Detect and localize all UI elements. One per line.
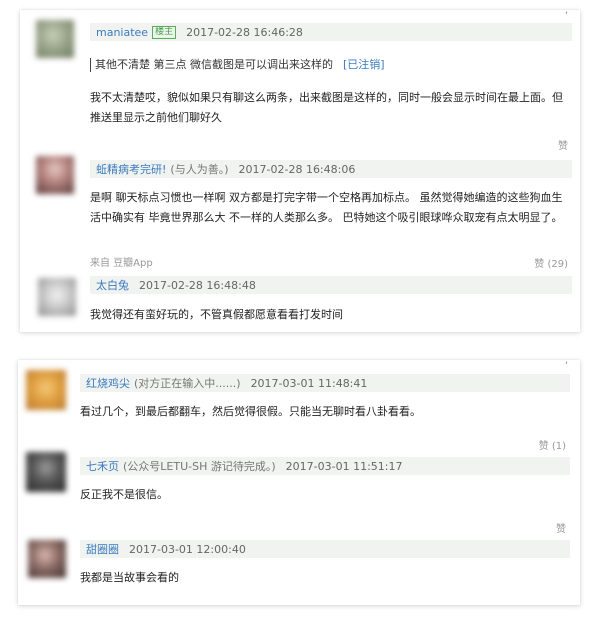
comment-header: 太白兔 2017-02-28 16:48:48 (90, 276, 572, 294)
avatar[interactable] (36, 156, 74, 194)
user-signature: (对方正在输入中......) (134, 377, 241, 390)
comment-time: 2017-03-01 11:51:17 (285, 459, 403, 473)
comment-header: 七禾页 (公众号LETU-SH 游记待完成。) 2017-03-01 11:51… (80, 457, 570, 475)
avatar[interactable] (26, 370, 66, 410)
comment-time: 2017-02-28 16:48:06 (238, 162, 356, 176)
comment-time: 2017-02-28 16:46:28 (186, 25, 303, 39)
avatar[interactable] (36, 20, 74, 58)
like-button[interactable]: 赞 (556, 520, 566, 535)
comment-header: 红烧鸡尖 (对方正在输入中......) 2017-03-01 11:48:41 (80, 374, 570, 392)
like-button[interactable]: 赞 (558, 137, 568, 152)
comment-text: 我不太清楚哎，貌似如果只有聊这么两条，出来截图是这样的，同时一般会显示时间在最上… (90, 91, 563, 124)
avatar[interactable] (28, 540, 66, 578)
post-source: 来自 豆瓣App (90, 258, 153, 269)
quoted-reply: 其他不清楚 第三点 微信截图是可以调出来这样的 [已注销] (90, 58, 385, 72)
comment-text: 是啊 聊天标点习惯也一样啊 双方都是打完字带一个空格再加标点。 虽然觉得她编造的… (90, 191, 563, 224)
username-link[interactable]: 太白兔 (96, 277, 129, 293)
op-badge: 楼主 (152, 25, 177, 39)
username-link[interactable]: 蚯精病考完研! (96, 161, 166, 177)
comment-header: 蚯精病考完研! (与人为善。) 2017-02-28 16:48:06 (90, 160, 572, 178)
comment-card-1: , maniatee 楼主 2017-02-28 16:46:28 其他不清楚 … (20, 10, 580, 332)
like-button[interactable]: 赞 (1) (539, 437, 566, 452)
user-signature: (公众号LETU-SH 游记待完成。) (123, 460, 276, 473)
deleted-user-link[interactable]: [已注销] (343, 58, 385, 71)
quote-text: 其他不清楚 第三点 微信截图是可以调出来这样的 (95, 58, 333, 71)
comment-header: 甜圈圈 2017-03-01 12:00:40 (80, 540, 570, 558)
like-button[interactable]: 赞 (29) (534, 255, 568, 270)
user-signature: (与人为善。) (170, 163, 229, 176)
username-link[interactable]: 红烧鸡尖 (86, 375, 130, 391)
username-link[interactable]: 七禾页 (86, 458, 119, 474)
username-link[interactable]: 甜圈圈 (86, 541, 119, 557)
overflow-mark: , (564, 10, 568, 16)
comment-text: 我觉得还有蛮好玩的，不管真假都愿意看看打发时间 (90, 308, 343, 321)
comment-text: 反正我不是很信。 (80, 488, 168, 501)
comment-text: 我都是当故事会看的 (80, 571, 179, 584)
comment-time: 2017-03-01 12:00:40 (129, 542, 246, 556)
comment-time: 2017-03-01 11:48:41 (250, 376, 368, 390)
overflow-mark: , (564, 360, 568, 366)
comment-text: 看过几个，到最后都翻车，然后觉得很假。只能当无聊时看八卦看看。 (80, 405, 421, 418)
comment-card-2: , 红烧鸡尖 (对方正在输入中......) 2017-03-01 11:48:… (18, 360, 580, 605)
avatar[interactable] (38, 278, 76, 316)
comment-header: maniatee 楼主 2017-02-28 16:46:28 (90, 23, 572, 41)
username-link[interactable]: maniatee (96, 26, 148, 39)
avatar[interactable] (26, 452, 66, 492)
comment-time: 2017-02-28 16:48:48 (139, 278, 256, 292)
